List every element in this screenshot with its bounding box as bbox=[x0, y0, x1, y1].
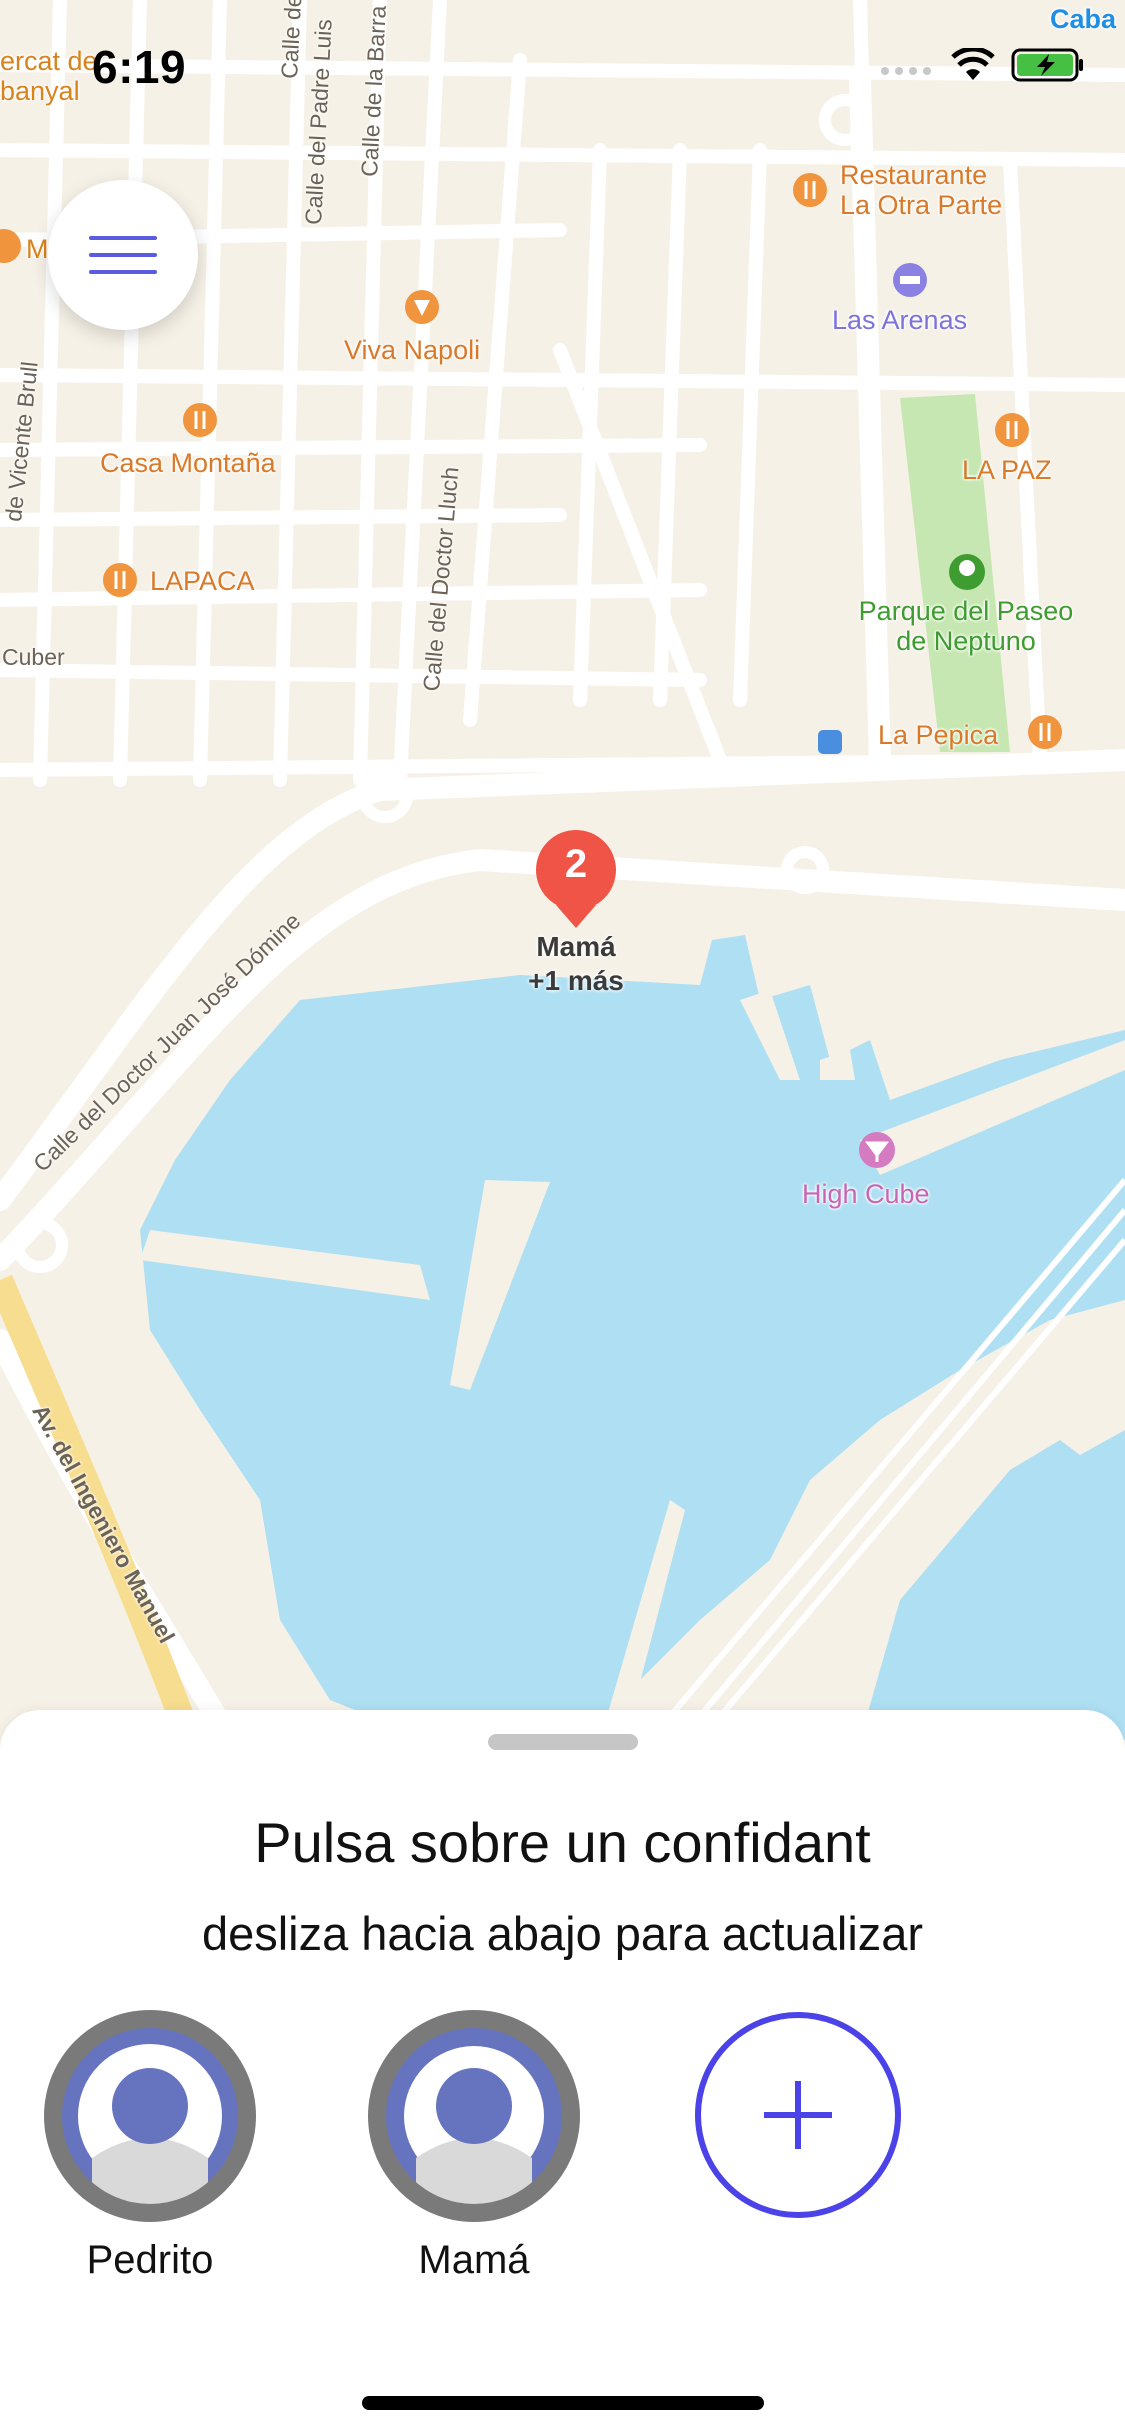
poi-label-lapaca: LAPACA bbox=[150, 566, 255, 596]
avatar bbox=[368, 2010, 580, 2222]
bottom-sheet[interactable]: Pulsa sobre un confidant desliza hacia a… bbox=[0, 1710, 1125, 2436]
sheet-grabber[interactable] bbox=[488, 1734, 638, 1750]
cluster-count: 2 bbox=[564, 842, 588, 886]
restaurant-icon bbox=[183, 403, 217, 437]
street-label-cuber: Cuber bbox=[2, 644, 65, 670]
poi-label-casa-montana: Casa Montaña bbox=[100, 448, 276, 478]
restaurant-icon bbox=[995, 413, 1029, 447]
poi-label-mercat: ercat de banyal bbox=[0, 46, 98, 106]
restaurant-icon bbox=[1028, 715, 1062, 749]
poi-label-la-paz: LA PAZ bbox=[962, 455, 1052, 485]
poi-label-las-arenas: Las Arenas bbox=[832, 305, 968, 335]
avatar bbox=[44, 2010, 256, 2222]
cluster-pin[interactable]: 2 bbox=[534, 828, 618, 928]
confidant-mama[interactable]: Mamá bbox=[368, 2010, 580, 2290]
poi-label-restaurante: Restaurante La Otra Parte bbox=[840, 160, 1003, 220]
tree-icon bbox=[949, 554, 985, 590]
menu-button[interactable] bbox=[48, 180, 198, 330]
wifi-icon bbox=[951, 48, 995, 80]
sheet-subtitle: desliza hacia abajo para actualizar bbox=[201, 1907, 924, 1960]
user-avatar-icon bbox=[404, 2046, 544, 2204]
restaurant-icon bbox=[103, 563, 137, 597]
restaurant-icon bbox=[793, 173, 827, 207]
plus-icon bbox=[764, 2081, 832, 2149]
confidant-pedrito[interactable]: Pedrito bbox=[44, 2010, 256, 2290]
poi-label-caba: Caba bbox=[1050, 4, 1117, 34]
transit-icon bbox=[818, 730, 842, 754]
add-confidant-button[interactable] bbox=[695, 2012, 901, 2218]
poi-label-high-cube: High Cube bbox=[802, 1179, 930, 1209]
cluster-label-primary: Mamá bbox=[536, 931, 616, 962]
cluster-label-secondary: +1 más bbox=[528, 965, 624, 996]
hamburger-menu-icon bbox=[89, 236, 157, 274]
cellular-signal-icon bbox=[881, 67, 931, 75]
battery-charging-icon bbox=[1011, 48, 1083, 82]
confidant-name: Mamá bbox=[418, 2238, 530, 2282]
home-indicator[interactable] bbox=[362, 2396, 764, 2410]
street-label-calle-de: Calle de bbox=[276, 0, 307, 80]
cocktail-icon bbox=[859, 1132, 895, 1168]
status-icons bbox=[879, 48, 1085, 82]
poi-label-viva-napoli: Viva Napoli bbox=[344, 335, 481, 365]
sheet-title: Pulsa sobre un confidant bbox=[254, 1811, 871, 1874]
hotel-icon bbox=[893, 263, 927, 297]
poi-label-parque: Parque del Paseo de Neptuno bbox=[858, 596, 1074, 656]
pizza-icon bbox=[405, 290, 439, 324]
confidant-name: Pedrito bbox=[86, 2238, 214, 2282]
poi-label-m: M bbox=[26, 234, 49, 264]
user-avatar-icon bbox=[78, 2044, 222, 2204]
status-time: 6:19 bbox=[92, 41, 187, 93]
poi-label-la-pepica: La Pepica bbox=[878, 720, 999, 750]
cluster-label[interactable]: Mamá +1 más bbox=[470, 930, 682, 998]
